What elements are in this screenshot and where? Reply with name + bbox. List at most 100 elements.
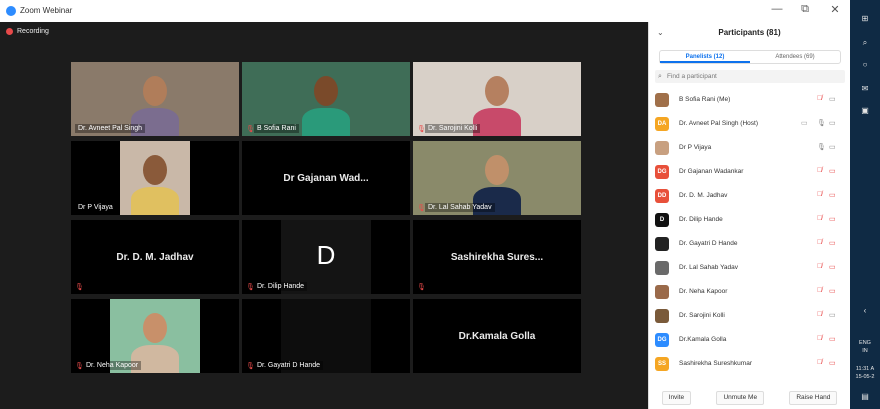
video-icon[interactable]: ▭ xyxy=(829,119,836,127)
participant-row[interactable]: Dr. Neha Kapoor 🎙̸ ▭ xyxy=(649,280,851,304)
minimize-button[interactable]: — xyxy=(768,3,786,15)
unmute-me-button[interactable]: Unmute Me xyxy=(716,391,765,405)
tab-attendees[interactable]: Attendees (69) xyxy=(750,51,840,63)
tile-name-label: Dr P Vijaya xyxy=(75,203,116,212)
language-indicator-eng[interactable]: ENG xyxy=(850,340,880,346)
invite-button[interactable]: Invite xyxy=(661,391,692,405)
participant-head xyxy=(485,76,509,106)
mic-icon[interactable]: 🎙 xyxy=(817,143,826,151)
video-tile[interactable]: Sashirekha Sures... 🎙 xyxy=(413,220,581,294)
participant-torso xyxy=(302,108,350,136)
notifications-icon[interactable]: ▤ xyxy=(850,392,880,401)
video-tile[interactable]: Dr. D. M. Jadhav 🎙 xyxy=(71,220,239,294)
restore-button[interactable]: ⧉ xyxy=(796,3,814,16)
muted-mic-icon[interactable]: 🎙̸ xyxy=(817,167,822,174)
video-tile[interactable]: Dr.Kamala Golla xyxy=(413,299,581,373)
video-icon[interactable]: ▭ xyxy=(829,143,836,151)
raise-hand-button[interactable]: Raise Hand xyxy=(789,391,838,405)
muted-mic-icon[interactable]: 🎙̸ xyxy=(817,287,822,294)
search-placeholder: Find a participant xyxy=(667,73,717,80)
participant-avatar xyxy=(655,237,669,251)
participant-avatar: DD xyxy=(655,189,669,203)
participant-search-input[interactable]: ⌕ Find a participant xyxy=(655,70,845,83)
participant-row[interactable]: Dr. Lal Sahab Yadav 🎙̸ ▭ xyxy=(649,256,851,280)
muted-mic-icon[interactable]: 🎙̸ xyxy=(817,359,822,366)
participant-avatar xyxy=(655,309,669,323)
participant-name: Dr. D. M. Jadhav xyxy=(679,192,728,199)
clock-time[interactable]: 11:31 A xyxy=(850,366,880,372)
video-tile[interactable]: 🎙 Dr. Sarojini Kolli xyxy=(413,62,581,136)
video-off-icon[interactable]: ▭ xyxy=(829,359,836,367)
video-tile[interactable]: Dr. Avneet Pal Singh xyxy=(71,62,239,136)
video-off-icon[interactable]: ▭ xyxy=(829,263,836,271)
tile-name-label: Dr. Lal Sahab Yadav xyxy=(425,203,495,212)
video-off-icon[interactable]: ▭ xyxy=(829,239,836,247)
participant-row[interactable]: DG Dr.Kamala Golla 🎙̸ ▭ xyxy=(649,328,851,352)
participant-row[interactable]: DD Dr. D. M. Jadhav 🎙̸ ▭ xyxy=(649,184,851,208)
tile-display-name: Dr Gajanan Wad... xyxy=(283,173,369,184)
participant-row[interactable]: DA Dr. Avneet Pal Singh (Host) ▭ 🎙 ▭ xyxy=(649,112,851,136)
muted-mic-icon[interactable]: 🎙̸ xyxy=(817,191,822,198)
participants-title: Participants (81) xyxy=(718,28,781,37)
video-tile[interactable]: 🎙 Dr. Gayatri D Hande xyxy=(242,299,410,373)
tile-name-label: B Sofia Rani xyxy=(254,124,299,133)
video-off-icon[interactable]: ▭ xyxy=(829,167,836,175)
tab-panelists[interactable]: Panelists (12) xyxy=(660,51,750,63)
zoom-app-icon[interactable]: ▣ xyxy=(850,106,880,115)
screen-share-icon: ▭ xyxy=(801,120,808,127)
video-icon[interactable]: ▭ xyxy=(829,311,836,319)
muted-mic-icon[interactable]: 🎙̸ xyxy=(817,263,822,270)
cortana-icon[interactable]: ○ xyxy=(850,60,880,69)
video-tile[interactable]: 🎙 Dr. Neha Kapoor xyxy=(71,299,239,373)
muted-mic-icon: 🎙 xyxy=(75,284,84,291)
participant-row[interactable]: D Dr. Dilip Hande 🎙̸ ▭ xyxy=(649,208,851,232)
muted-mic-icon[interactable]: 🎙̸ xyxy=(817,215,822,222)
search-taskbar-icon[interactable]: ⌕ xyxy=(850,38,880,48)
recording-dot-icon xyxy=(6,28,13,35)
mic-icon[interactable]: 🎙 xyxy=(817,119,826,127)
participant-head xyxy=(485,155,509,185)
clock-date[interactable]: 15-05-2 xyxy=(850,374,880,380)
participant-row[interactable]: Dr P Vijaya 🎙 ▭ xyxy=(649,136,851,160)
participant-avatar xyxy=(655,141,669,155)
participant-avatar: DG xyxy=(655,165,669,179)
mail-app-icon[interactable]: ✉ xyxy=(850,84,880,93)
participant-row[interactable]: SS Sashirekha Sureshkumar 🎙̸ ▭ xyxy=(649,352,851,376)
tray-expand-icon[interactable]: ‹ xyxy=(850,306,880,315)
video-off-icon[interactable]: ▭ xyxy=(829,335,836,343)
tile-name-label: Dr. Dilip Hande xyxy=(254,282,308,291)
participant-row[interactable]: B Sofia Rani (Me) 🎙̸ ▭ xyxy=(649,88,851,112)
window-titlebar: Zoom Webinar — ⧉ ✕ xyxy=(0,0,850,22)
participant-avatar: D xyxy=(655,213,669,227)
muted-mic-icon[interactable]: 🎙̸ xyxy=(817,311,822,318)
participant-name: Dr. Gayatri D Hande xyxy=(679,240,738,247)
start-icon[interactable]: ⊞ xyxy=(850,14,880,23)
zoom-logo-icon xyxy=(6,6,16,16)
tile-name-label: Dr. Neha Kapoor xyxy=(83,361,142,370)
video-off-icon[interactable]: ▭ xyxy=(829,287,836,295)
muted-mic-icon[interactable]: 🎙̸ xyxy=(817,239,822,246)
close-button[interactable]: ✕ xyxy=(826,3,844,16)
participant-avatar xyxy=(655,93,669,107)
language-indicator-region[interactable]: IN xyxy=(850,348,880,354)
video-tile[interactable]: Dr Gajanan Wad... xyxy=(242,141,410,215)
participant-head xyxy=(143,76,167,106)
muted-mic-icon[interactable]: 🎙̸ xyxy=(817,95,822,102)
participant-row[interactable]: Dr. Sarojini Kolli 🎙̸ ▭ xyxy=(649,304,851,328)
video-tile[interactable]: 🎙 B Sofia Rani xyxy=(242,62,410,136)
participant-torso xyxy=(131,187,179,215)
participant-avatar: DA xyxy=(655,117,669,131)
participant-row[interactable]: DG Dr Gajanan Wadankar 🎙̸ ▭ xyxy=(649,160,851,184)
muted-mic-icon[interactable]: 🎙̸ xyxy=(817,335,822,342)
video-tile[interactable]: Dr P Vijaya xyxy=(71,141,239,215)
video-tile[interactable]: 🎙 Dr. Lal Sahab Yadav xyxy=(413,141,581,215)
video-tile[interactable]: D 🎙 Dr. Dilip Hande xyxy=(242,220,410,294)
recording-indicator[interactable]: Recording xyxy=(6,28,49,35)
participant-row[interactable]: Dr. Gayatri D Hande 🎙̸ ▭ xyxy=(649,232,851,256)
video-icon[interactable]: ▭ xyxy=(829,95,836,103)
participant-name: B Sofia Rani (Me) xyxy=(679,96,731,103)
tile-display-name: Sashirekha Sures... xyxy=(450,252,544,263)
participant-avatar xyxy=(655,285,669,299)
video-off-icon[interactable]: ▭ xyxy=(829,215,836,223)
video-off-icon[interactable]: ▭ xyxy=(829,191,836,199)
